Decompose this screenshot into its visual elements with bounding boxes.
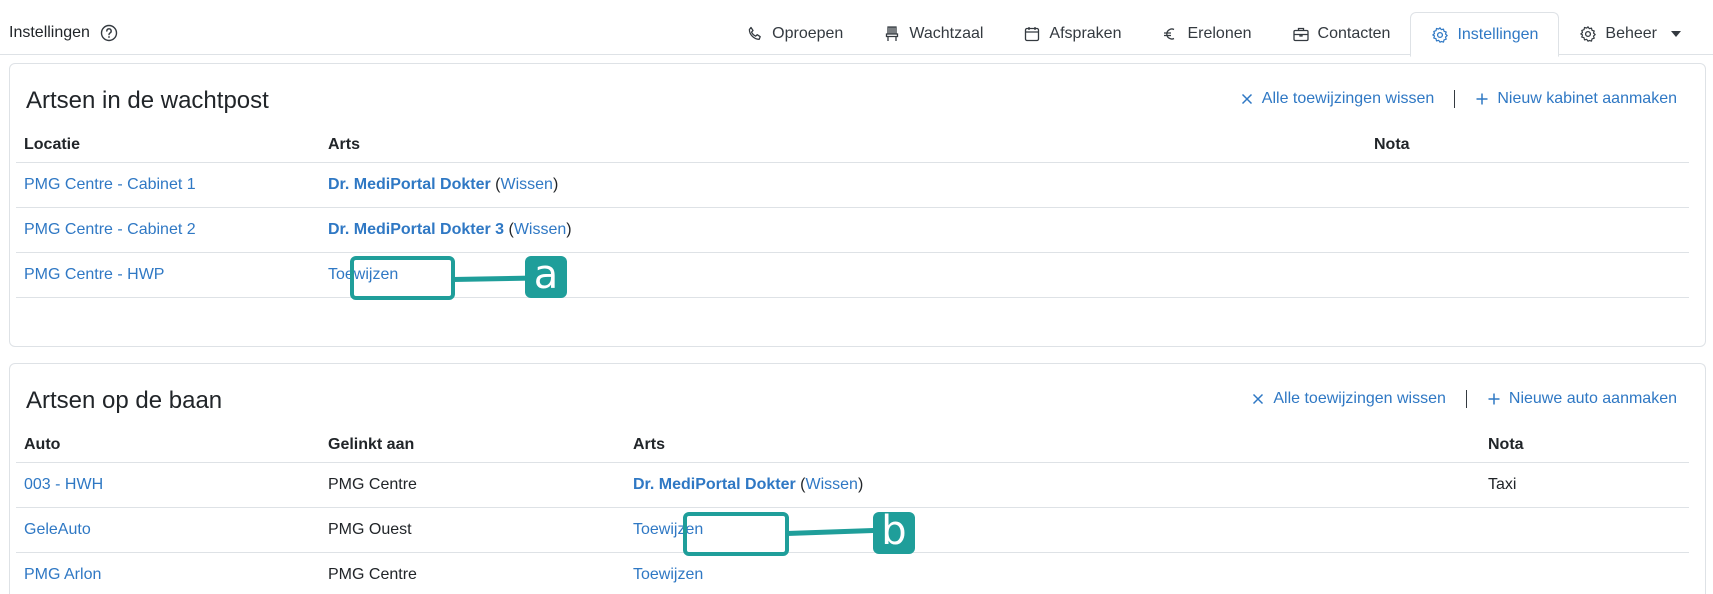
column-header-car: Auto [16, 428, 320, 463]
tab-label: Oproepen [772, 25, 844, 42]
clear-assignment-link[interactable]: Wissen [500, 176, 552, 193]
column-header-location: Locatie [16, 128, 320, 163]
gear-icon [1432, 26, 1449, 43]
tab-oproepen[interactable]: Oproepen [726, 12, 863, 56]
tab-afspraken[interactable]: Afspraken [1003, 12, 1141, 56]
clear-all-label: Alle toewijzingen wissen [1273, 390, 1446, 407]
linked-cell: PMG Centre [320, 552, 625, 594]
divider [1465, 390, 1467, 408]
column-header-note: Nota [1480, 428, 1689, 463]
assign-link[interactable]: Toewijzen [633, 566, 703, 583]
annotation-highlight-b [683, 512, 789, 556]
briefcase-icon [1292, 27, 1309, 42]
tab-beheer[interactable]: Beheer [1559, 12, 1701, 56]
annotation-badge-b: b [873, 511, 915, 554]
note-cell [1366, 252, 1689, 298]
table-row: 003 - HWH PMG Centre Dr. MediPortal Dokt… [16, 462, 1689, 508]
tab-wachtzaal[interactable]: Wachtzaal [863, 12, 1003, 56]
close-icon [1253, 393, 1264, 405]
plus-icon [1476, 93, 1488, 105]
divider [1454, 90, 1456, 108]
location-link[interactable]: PMG Centre - Cabinet 2 [24, 221, 196, 238]
note-cell [1366, 207, 1689, 253]
gear-icon [1580, 26, 1597, 42]
wachtpost-actions: Alle toewijzingen wissen Nieuw kabinet a… [1240, 90, 1677, 108]
help-icon[interactable] [100, 24, 118, 42]
chevron-down-icon [1671, 31, 1681, 37]
tab-label: Erelonen [1187, 25, 1252, 42]
chair-icon [886, 26, 899, 41]
annotation-highlight-a [350, 256, 455, 300]
table-row: PMG Centre - HWP Toewijzen [16, 252, 1689, 298]
plus-icon [1488, 393, 1500, 405]
tab-label: Wachtzaal [909, 25, 984, 42]
annotation-badge-a: a [525, 255, 567, 298]
car-link[interactable]: GeleAuto [24, 521, 91, 538]
column-header-doctor: Arts [320, 128, 1366, 163]
table-row: PMG Centre - Cabinet 1 Dr. MediPortal Do… [16, 162, 1689, 208]
page-title-text: Instellingen [9, 24, 90, 41]
column-header-linked: Gelinkt aan [320, 428, 625, 463]
top-bar: Instellingen Oproepen Wachtzaal Afsprake… [0, 0, 1713, 57]
tab-label: Contacten [1317, 25, 1391, 42]
car-link[interactable]: 003 - HWH [24, 476, 103, 493]
tab-contacten[interactable]: Contacten [1272, 12, 1411, 56]
clear-assignment-link[interactable]: Wissen [514, 221, 566, 238]
tab-label: Beheer [1605, 25, 1657, 42]
tab-instellingen[interactable]: Instellingen [1410, 12, 1560, 57]
doctor-link[interactable]: Dr. MediPortal Dokter 3 [328, 221, 504, 238]
new-cabinet-button[interactable]: Nieuw kabinet aanmaken [1475, 90, 1677, 108]
tab-label: Afspraken [1049, 25, 1122, 42]
location-link[interactable]: PMG Centre - Cabinet 1 [24, 176, 196, 193]
wachtpost-title: Artsen in de wachtpost [26, 87, 269, 114]
clear-all-assignments-button[interactable]: Alle toewijzingen wissen [1251, 390, 1446, 408]
linked-cell: PMG Centre [320, 462, 625, 508]
table-header-row: Locatie Arts Nota [16, 128, 1689, 163]
note-cell [1480, 507, 1689, 553]
location-link[interactable]: PMG Centre - HWP [24, 266, 164, 283]
calendar-icon [1025, 27, 1040, 42]
table-row: PMG Centre - Cabinet 2 Dr. MediPortal Do… [16, 207, 1689, 253]
doctor-link[interactable]: Dr. MediPortal Dokter [633, 476, 796, 493]
doctor-link[interactable]: Dr. MediPortal Dokter [328, 176, 491, 193]
car-link[interactable]: PMG Arlon [24, 566, 101, 583]
clear-all-label: Alle toewijzingen wissen [1261, 90, 1435, 107]
main-tabs: Oproepen Wachtzaal Afspraken Erelonen Co… [726, 12, 1701, 57]
linked-cell: PMG Ouest [320, 507, 625, 553]
wachtpost-table: Locatie Arts Nota PMG Centre - Cabinet 1… [16, 128, 1689, 298]
table-row: PMG Arlon PMG Centre Toewijzen [16, 552, 1689, 594]
baan-actions: Alle toewijzingen wissen Nieuwe auto aan… [1251, 390, 1677, 408]
note-cell [1480, 552, 1689, 594]
tab-label: Instellingen [1457, 25, 1539, 43]
phone-icon [748, 26, 761, 40]
tab-erelonen[interactable]: Erelonen [1141, 12, 1271, 56]
clear-all-assignments-button[interactable]: Alle toewijzingen wissen [1240, 90, 1435, 108]
table-header-row: Auto Gelinkt aan Arts Nota [16, 428, 1689, 463]
new-cabinet-label: Nieuw kabinet aanmaken [1497, 90, 1677, 107]
column-header-doctor: Arts [625, 428, 1480, 463]
baan-title: Artsen op de baan [26, 387, 223, 414]
new-car-label: Nieuwe auto aanmaken [1508, 390, 1677, 407]
column-header-note: Nota [1366, 128, 1689, 163]
note-cell: Taxi [1480, 462, 1689, 508]
new-car-button[interactable]: Nieuwe auto aanmaken [1487, 390, 1677, 408]
baan-table: Auto Gelinkt aan Arts Nota 003 - HWH PMG… [16, 428, 1689, 594]
note-cell [1366, 162, 1689, 208]
clear-assignment-link[interactable]: Wissen [805, 476, 857, 493]
page-title: Instellingen [9, 24, 118, 42]
close-icon [1241, 93, 1252, 105]
euro-icon [1164, 28, 1175, 40]
